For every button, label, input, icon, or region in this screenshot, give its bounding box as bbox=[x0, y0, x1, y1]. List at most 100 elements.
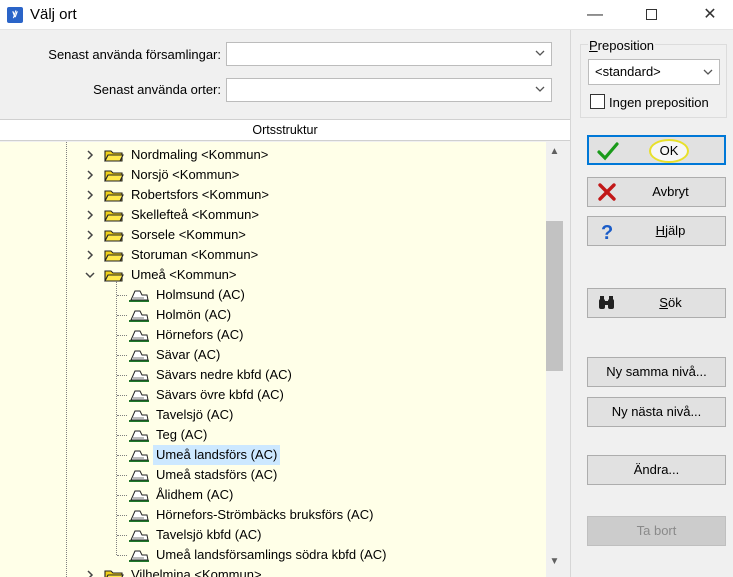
parish-icon bbox=[129, 470, 149, 482]
chevron-down-icon[interactable] bbox=[84, 269, 96, 281]
tree-node-parish[interactable]: Sävars övre kbfd (AC) bbox=[0, 385, 546, 405]
tree-node-parish[interactable]: Umeå landsförs (AC) bbox=[0, 445, 546, 465]
preposition-value: <standard> bbox=[595, 64, 661, 79]
tree-node-parish[interactable]: Sävars nedre kbfd (AC) bbox=[0, 365, 546, 385]
cancel-button[interactable]: Avbryt bbox=[587, 177, 726, 207]
tree-node-parish[interactable]: Hörnefors (AC) bbox=[0, 325, 546, 345]
chevron-right-icon[interactable] bbox=[84, 249, 96, 261]
kommun-folder-icon bbox=[104, 170, 124, 182]
tree-node-kommun[interactable]: Vilhelmina <Kommun> bbox=[0, 565, 546, 577]
recent-places-label: Senast använda orter: bbox=[93, 82, 221, 97]
close-button[interactable]: ✕ bbox=[687, 0, 733, 30]
kommun-folder-icon bbox=[104, 190, 124, 202]
tree-node-label: Sävars övre kbfd (AC) bbox=[156, 387, 284, 402]
tree-node-parish[interactable]: Tavelsjö kbfd (AC) bbox=[0, 525, 546, 545]
parish-icon bbox=[129, 310, 149, 322]
new-same-level-button[interactable]: Ny samma nivå... bbox=[587, 357, 726, 387]
tree-node-parish[interactable]: Hörnefors-Strömbäcks bruksförs (AC) bbox=[0, 505, 546, 525]
parish-icon bbox=[129, 550, 149, 562]
tree-node-parish[interactable]: Umeå stadsförs (AC) bbox=[0, 465, 546, 485]
no-preposition-checkbox[interactable] bbox=[590, 94, 605, 109]
kommun-folder-icon bbox=[104, 570, 124, 577]
edit-button[interactable]: Ändra... bbox=[587, 455, 726, 485]
kommun-folder-icon bbox=[104, 250, 124, 262]
tree-node-label: Vilhelmina <Kommun> bbox=[131, 567, 262, 577]
recent-places-combo[interactable] bbox=[226, 78, 552, 102]
tree-node-label: Sävars nedre kbfd (AC) bbox=[156, 367, 292, 382]
chevron-right-icon[interactable] bbox=[84, 189, 96, 201]
search-button-label: Sök bbox=[659, 295, 682, 310]
tree-node-label: Holmsund (AC) bbox=[156, 287, 245, 302]
parish-icon bbox=[129, 350, 149, 362]
chevron-right-icon[interactable] bbox=[84, 169, 96, 181]
tree-node-parish[interactable]: Umeå landsförsamlings södra kbfd (AC) bbox=[0, 545, 546, 565]
new-next-level-button[interactable]: Ny nästa nivå... bbox=[587, 397, 726, 427]
tree-node-kommun[interactable]: Storuman <Kommun> bbox=[0, 245, 546, 265]
tree-node-label: Nordmaling <Kommun> bbox=[131, 147, 269, 162]
no-preposition-label: Ingen preposition bbox=[609, 95, 709, 110]
edit-button-label: Ändra... bbox=[633, 462, 680, 477]
tree-node-kommun[interactable]: Umeå <Kommun> bbox=[0, 265, 546, 285]
tree-node-label: Tavelsjö kbfd (AC) bbox=[156, 527, 262, 542]
tree-node-label: Sorsele <Kommun> bbox=[131, 227, 246, 242]
kommun-folder-icon bbox=[104, 210, 124, 222]
new-same-level-label: Ny samma nivå... bbox=[606, 364, 707, 379]
maximize-button[interactable] bbox=[628, 0, 674, 30]
tree-node-kommun[interactable]: Sorsele <Kommun> bbox=[0, 225, 546, 245]
tree-node-label: Storuman <Kommun> bbox=[131, 247, 259, 262]
tree-node-kommun[interactable]: Norsjö <Kommun> bbox=[0, 165, 546, 185]
place-tree[interactable]: Nordmaling <Kommun> Norsjö <Kommun> Robert… bbox=[0, 142, 546, 577]
tree-node-label: Robertsfors <Kommun> bbox=[131, 187, 270, 202]
delete-button: Ta bort bbox=[587, 516, 726, 546]
tree-node-parish[interactable]: Ålidhem (AC) bbox=[0, 485, 546, 505]
parish-icon bbox=[129, 290, 149, 302]
preposition-select[interactable]: <standard> bbox=[588, 59, 720, 85]
title-bar: ꝟ Välj ort — ✕ bbox=[0, 0, 733, 30]
chevron-right-icon[interactable] bbox=[84, 229, 96, 241]
binoculars-icon bbox=[599, 296, 614, 309]
minimize-button[interactable]: — bbox=[572, 0, 618, 30]
chevron-right-icon[interactable] bbox=[84, 209, 96, 221]
tree-node-label: Umeå landsförsamlings södra kbfd (AC) bbox=[156, 547, 387, 562]
scroll-down-icon[interactable]: ▼ bbox=[546, 556, 563, 573]
chevron-down-icon bbox=[535, 50, 545, 56]
help-button[interactable]: ? Hjälp bbox=[587, 216, 726, 246]
tree-node-label: Ålidhem (AC) bbox=[156, 487, 234, 502]
search-button[interactable]: Sök bbox=[587, 288, 726, 318]
tree-node-parish[interactable]: Sävar (AC) bbox=[0, 345, 546, 365]
tree-node-kommun[interactable]: Nordmaling <Kommun> bbox=[0, 145, 546, 165]
chevron-down-icon bbox=[703, 69, 713, 75]
svg-text:?: ? bbox=[601, 222, 613, 241]
tree-node-kommun[interactable]: Robertsfors <Kommun> bbox=[0, 185, 546, 205]
chevron-down-icon bbox=[535, 86, 545, 92]
recent-parishes-combo[interactable] bbox=[226, 42, 552, 66]
kommun-folder-icon bbox=[104, 150, 124, 162]
parish-icon bbox=[129, 530, 149, 542]
tree-node-label: Tavelsjö (AC) bbox=[156, 407, 234, 422]
question-mark-icon: ? bbox=[601, 222, 613, 241]
chevron-right-icon[interactable] bbox=[84, 569, 96, 577]
tree-node-kommun[interactable]: Skellefteå <Kommun> bbox=[0, 205, 546, 225]
tree-node-parish[interactable]: Teg (AC) bbox=[0, 425, 546, 445]
kommun-folder-icon bbox=[104, 230, 124, 242]
recent-parishes-label: Senast använda församlingar: bbox=[48, 47, 221, 62]
tree-node-label: Holmön (AC) bbox=[156, 307, 232, 322]
parish-icon bbox=[129, 510, 149, 522]
ok-button[interactable]: OK bbox=[587, 135, 726, 165]
tree-scrollbar[interactable]: ▲ ▼ bbox=[546, 142, 563, 577]
chevron-right-icon[interactable] bbox=[84, 149, 96, 161]
tree-node-label: Teg (AC) bbox=[156, 427, 208, 442]
new-next-level-label: Ny nästa nivå... bbox=[611, 404, 702, 419]
parish-icon bbox=[129, 370, 149, 382]
tree-node-parish[interactable]: Tavelsjö (AC) bbox=[0, 405, 546, 425]
scroll-thumb[interactable] bbox=[546, 221, 563, 371]
parish-icon bbox=[129, 330, 149, 342]
tree-node-parish[interactable]: Holmsund (AC) bbox=[0, 285, 546, 305]
tree-node-parish[interactable]: Holmön (AC) bbox=[0, 305, 546, 325]
ok-button-label: OK bbox=[649, 139, 689, 163]
tree-node-label: Hörnefors (AC) bbox=[156, 327, 244, 342]
tree-node-label: Umeå <Kommun> bbox=[131, 267, 237, 282]
cross-icon bbox=[598, 183, 616, 201]
scroll-up-icon[interactable]: ▲ bbox=[546, 146, 563, 163]
parish-icon bbox=[129, 410, 149, 422]
